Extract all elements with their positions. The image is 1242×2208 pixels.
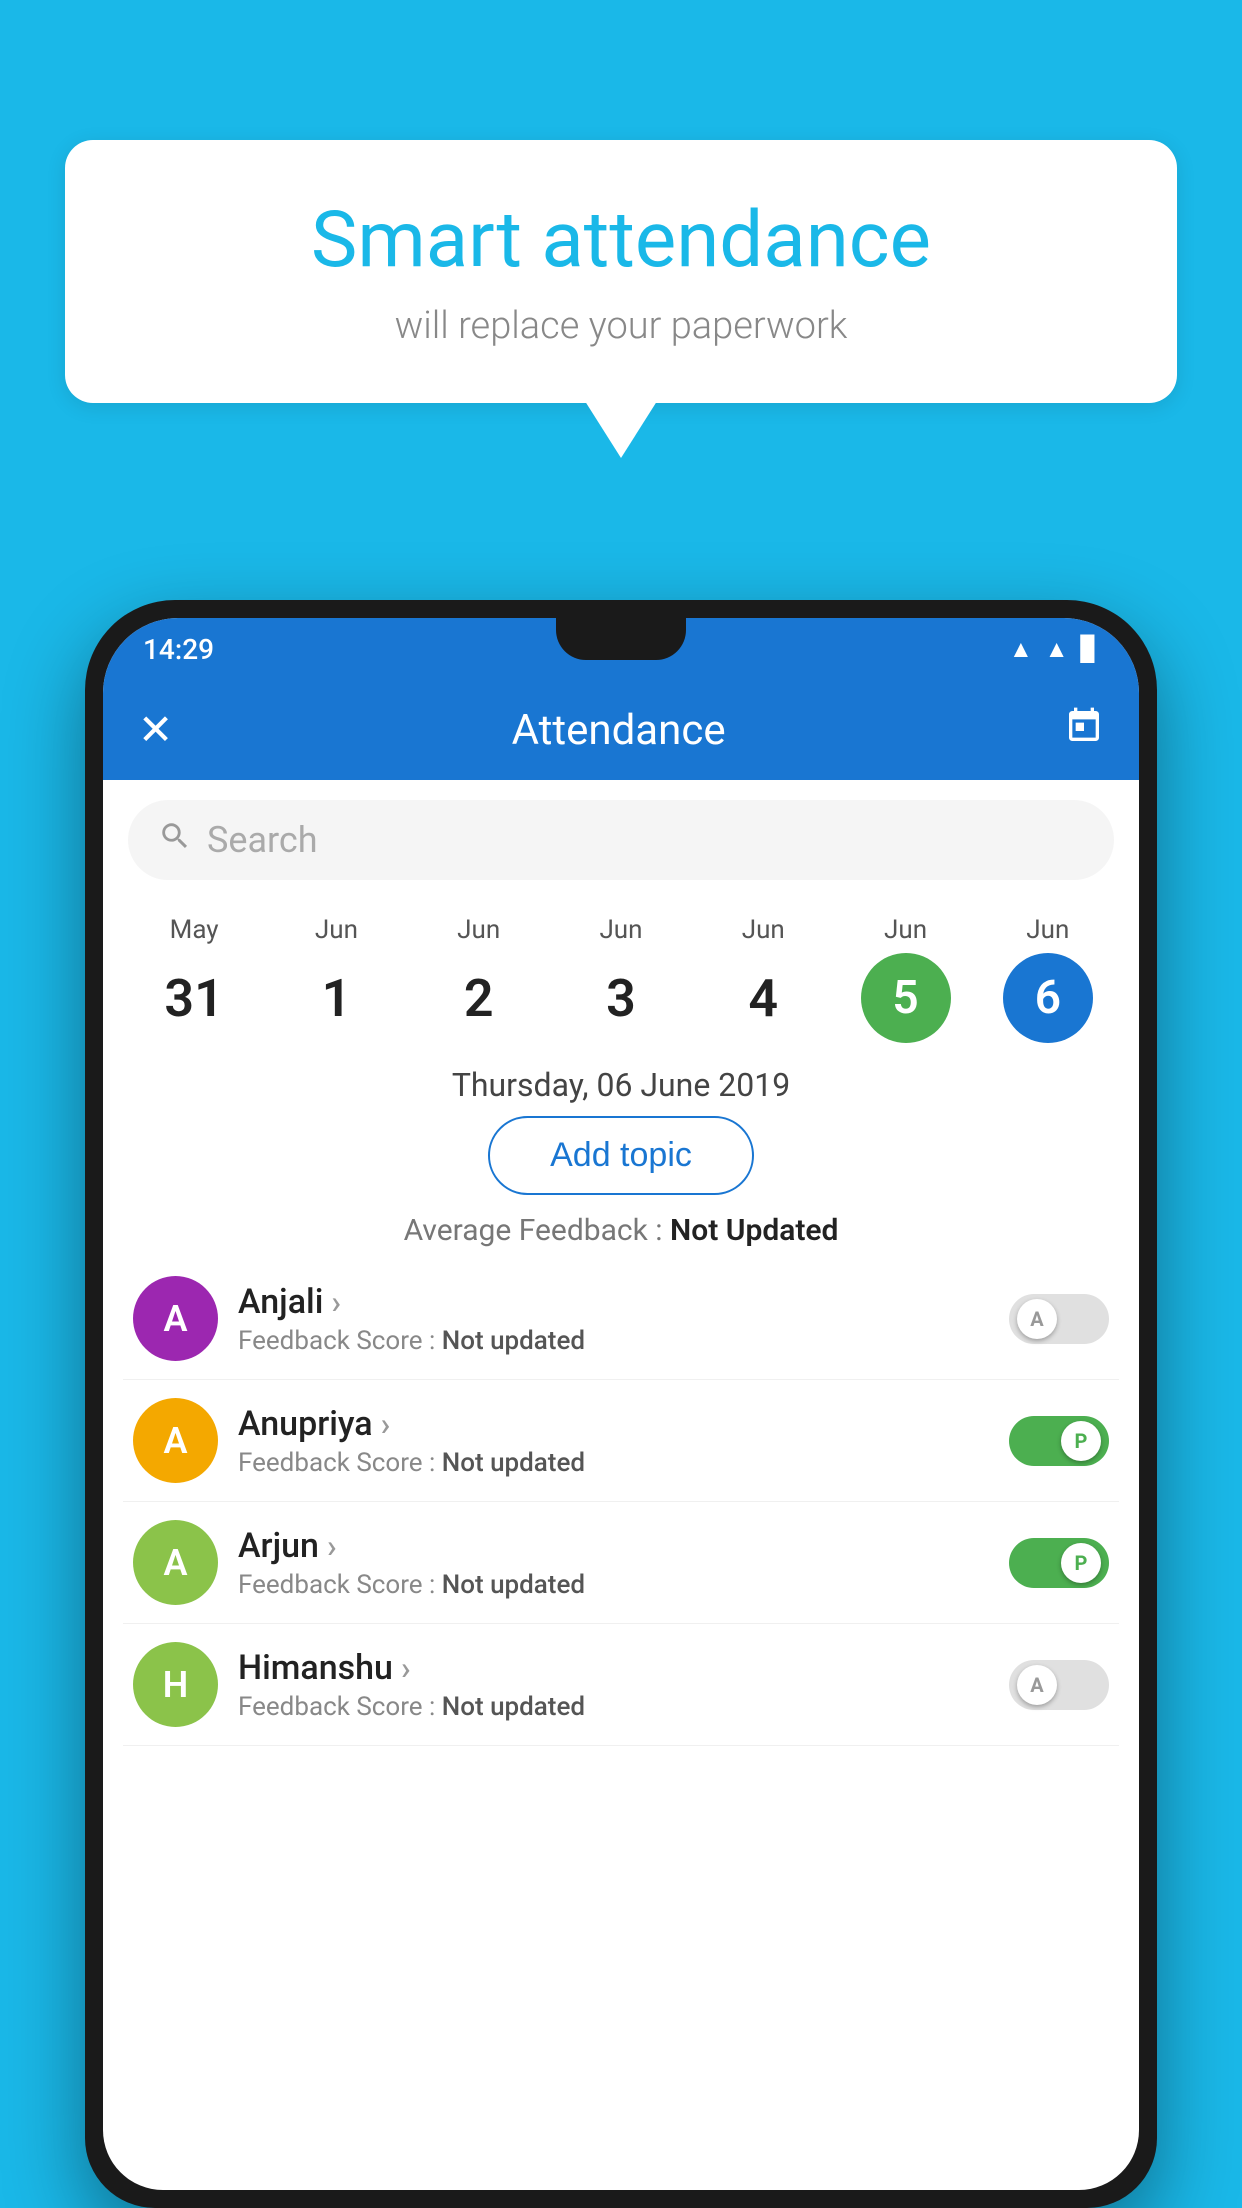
student-feedback-anupriya: Feedback Score : Not updated (238, 1448, 989, 1478)
phone-inner: 14:29 ▲ ▲ ▊ ✕ Attendance S (103, 618, 1139, 2190)
speech-bubble-container: Smart attendance will replace your paper… (65, 140, 1177, 403)
search-icon (158, 819, 192, 862)
signal-icon: ▲ (1045, 635, 1069, 664)
toggle-knob-anjali: A (1017, 1299, 1057, 1339)
cal-day-6[interactable]: Jun 6 (993, 915, 1103, 1043)
cal-day-5[interactable]: Jun 5 (851, 915, 961, 1043)
bubble-subtitle: will replace your paperwork (125, 304, 1117, 348)
cal-day-3[interactable]: Jun 3 (566, 915, 676, 1043)
toggle-knob-anupriya: P (1061, 1421, 1101, 1461)
student-name-anjali[interactable]: Anjali (238, 1282, 989, 1322)
phone-notch (556, 618, 686, 660)
toggle-knob-arjun: P (1061, 1543, 1101, 1583)
add-topic-button[interactable]: Add topic (488, 1116, 754, 1195)
attendance-toggle-himanshu[interactable]: A (1009, 1660, 1109, 1710)
avatar-arjun: A (133, 1520, 218, 1605)
cal-day-2[interactable]: Jun 2 (424, 915, 534, 1043)
status-time: 14:29 (143, 633, 214, 666)
phone-frame: 14:29 ▲ ▲ ▊ ✕ Attendance S (85, 600, 1157, 2208)
cal-day-0[interactable]: May 31 (139, 915, 249, 1043)
attendance-toggle-arjun[interactable]: P (1009, 1538, 1109, 1588)
student-info-anupriya[interactable]: Anupriya Feedback Score : Not updated (238, 1404, 989, 1478)
search-bar[interactable]: Search (128, 800, 1114, 880)
app-header: ✕ Attendance (103, 680, 1139, 780)
cal-day-4[interactable]: Jun 4 (708, 915, 818, 1043)
student-item-anjali: A Anjali Feedback Score : Not updated A (123, 1258, 1119, 1380)
wifi-icon: ▲ (1009, 635, 1033, 664)
header-title: Attendance (203, 706, 1034, 755)
student-info-arjun[interactable]: Arjun Feedback Score : Not updated (238, 1526, 989, 1600)
calendar-strip: May 31 Jun 1 Jun 2 Jun 3 Jun 4 Jun 5 (103, 900, 1139, 1048)
student-item-himanshu: H Himanshu Feedback Score : Not updated … (123, 1624, 1119, 1746)
avatar-anjali: A (133, 1276, 218, 1361)
toggle-knob-himanshu: A (1017, 1665, 1057, 1705)
student-list: A Anjali Feedback Score : Not updated A … (103, 1258, 1139, 1746)
cal-day-1[interactable]: Jun 1 (281, 915, 391, 1043)
student-name-himanshu[interactable]: Himanshu (238, 1648, 989, 1688)
student-feedback-himanshu: Feedback Score : Not updated (238, 1692, 989, 1722)
student-info-himanshu[interactable]: Himanshu Feedback Score : Not updated (238, 1648, 989, 1722)
calendar-icon[interactable] (1064, 706, 1104, 755)
avatar-anupriya: A (133, 1398, 218, 1483)
student-name-anupriya[interactable]: Anupriya (238, 1404, 989, 1444)
search-input[interactable]: Search (207, 819, 318, 861)
battery-icon: ▊ (1081, 635, 1099, 663)
student-info-anjali[interactable]: Anjali Feedback Score : Not updated (238, 1282, 989, 1356)
bubble-title: Smart attendance (125, 195, 1117, 286)
selected-date-label: Thursday, 06 June 2019 (103, 1066, 1139, 1104)
student-feedback-anjali: Feedback Score : Not updated (238, 1326, 989, 1356)
speech-bubble: Smart attendance will replace your paper… (65, 140, 1177, 403)
attendance-toggle-anjali[interactable]: A (1009, 1294, 1109, 1344)
student-name-arjun[interactable]: Arjun (238, 1526, 989, 1566)
student-item-anupriya: A Anupriya Feedback Score : Not updated … (123, 1380, 1119, 1502)
student-item-arjun: A Arjun Feedback Score : Not updated P (123, 1502, 1119, 1624)
status-icons: ▲ ▲ ▊ (1009, 635, 1099, 664)
attendance-toggle-anupriya[interactable]: P (1009, 1416, 1109, 1466)
average-feedback: Average Feedback : Not Updated (103, 1213, 1139, 1248)
avatar-himanshu: H (133, 1642, 218, 1727)
student-feedback-arjun: Feedback Score : Not updated (238, 1570, 989, 1600)
close-button[interactable]: ✕ (138, 705, 173, 755)
